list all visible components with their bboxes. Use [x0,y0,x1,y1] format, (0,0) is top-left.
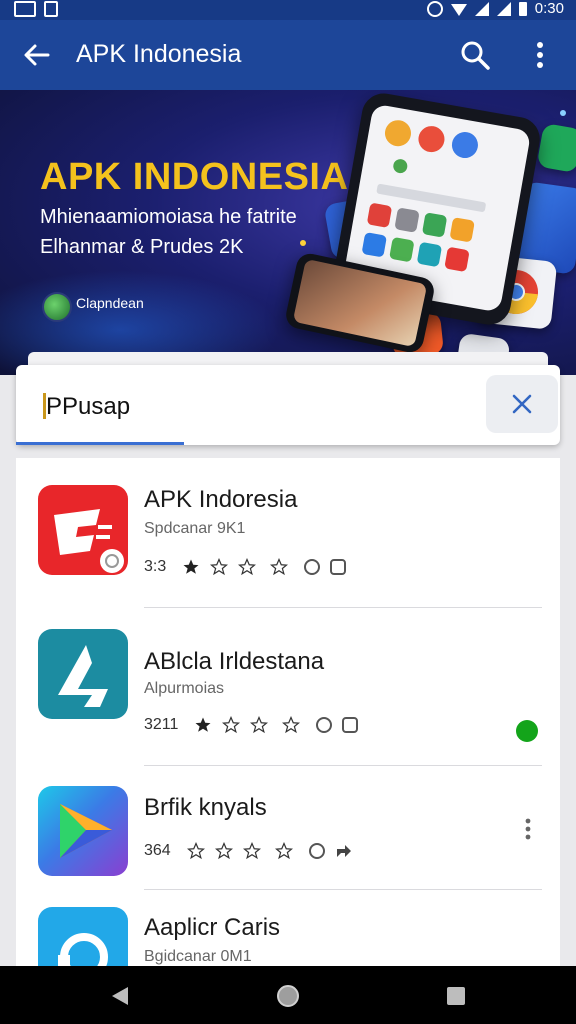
system-navigation-bar [0,966,576,1024]
screen-app-icon [389,236,415,263]
green-tile-icon [536,122,576,174]
app-meta-row: 3211 [144,716,359,734]
play-triangle-icon [60,804,112,858]
wifi-icon [450,3,467,16]
search-results-list: APK Indoresia Spdcanar 9K1 3:3 ABlcla Ir… [16,458,560,978]
page-title: APK Indonesia [76,40,242,68]
screen-app-icon [449,217,475,243]
a-logo-icon [58,645,108,707]
list-item[interactable]: Brfik knyals 364 [16,766,560,890]
alarm-icon [426,1,443,17]
installed-badge-icon[interactable] [516,720,538,742]
list-item[interactable]: APK Indoresia Spdcanar 9K1 3:3 [16,458,560,608]
screen-app-icon [449,129,481,161]
chat-icon [342,717,359,733]
app-meta-row: 3:3 [144,558,347,576]
star-empty-icon [250,716,269,734]
banner-subtitle-line1: Mhienaamiomoiasa he fatrite [40,206,297,228]
star-empty-icon [274,842,293,860]
ticket-icon [54,509,124,573]
signal-secondary-icon [496,1,511,16]
info-icon [316,717,333,733]
sparkle [300,240,306,246]
star-empty-icon [214,842,233,860]
star-filled-icon [183,559,199,574]
app-rating: 364 [144,842,171,859]
share-arrow-icon [336,845,351,857]
status-bar: 0:30 [0,0,576,20]
star-empty-icon [186,842,205,860]
back-nav-icon[interactable] [108,984,132,1008]
app-rating: 3211 [144,716,179,733]
battery-icon [518,1,527,16]
star-filled-icon [195,717,211,732]
app-developer: Bgidcanar 0M1 [144,948,252,965]
screen-app-icon [444,246,470,273]
app-developer: Spdcanar 9K1 [144,520,246,537]
more-options-icon[interactable] [526,38,554,72]
app-name: Aaplicr Caris [144,914,281,941]
signal-icon [474,1,489,16]
app-name: ABlcla Irldestana [144,648,325,675]
chat-icon [330,559,347,575]
notification-image-icon [14,1,36,17]
red-ticket-app-icon [38,485,128,575]
list-item[interactable]: Aaplicr Caris Bgidcanar 0M1 [16,890,560,978]
play-triangle-app-icon [38,786,128,876]
search-bar[interactable]: PPusap [16,365,560,445]
sparkle [560,110,566,116]
star-empty-icon [238,558,257,576]
screen-app-icon [392,158,409,175]
status-time: 0:30 [534,0,564,17]
app-meta-row: 364 [144,842,353,860]
screen-app-icon [361,232,387,258]
close-icon [512,394,532,414]
promo-banner[interactable]: APK INDONESIA Mhienaamiomoiasa he fatrit… [0,90,576,375]
screen-app-icon [366,202,393,228]
app-name: Brfik knyals [144,794,267,821]
screen-app-icon [416,241,443,268]
banner-badge-label: Clapndean [76,295,144,311]
screen-app-icon [421,212,448,238]
info-icon [304,559,321,575]
list-item[interactable]: ABlcla Irldestana Alpurmoias 3211 [16,608,560,766]
star-empty-icon [242,842,261,860]
star-empty-icon [210,558,229,576]
back-arrow-icon[interactable] [20,38,54,72]
screen-app-icon [394,207,420,233]
banner-headline: APK INDONESIA [40,156,349,198]
banner-subtitle-line2: Elhanmar & Prudes 2K [40,236,244,258]
screen-app-icon [416,124,447,155]
star-empty-icon [270,558,289,576]
star-empty-icon [282,716,301,734]
notification-lock-icon [44,1,58,17]
clear-search-button[interactable] [486,375,558,433]
more-options-icon[interactable] [524,818,532,840]
search-input[interactable]: PPusap [46,393,130,421]
globe-icon [42,292,72,322]
home-nav-icon[interactable] [276,984,300,1008]
teal-a-logo-app-icon [38,629,128,719]
info-icon [308,843,325,859]
app-developer: Alpurmoias [144,680,225,697]
screen-text-line [376,183,487,213]
screen-app-icon [382,118,414,149]
app-name: APK Indoresia [144,486,298,513]
search-focus-underline [16,442,184,445]
recents-nav-icon[interactable] [444,984,468,1008]
star-empty-icon [222,716,241,734]
app-rating: 3:3 [144,558,167,575]
app-bar: APK Indonesia [0,20,576,90]
search-icon[interactable] [458,38,492,72]
